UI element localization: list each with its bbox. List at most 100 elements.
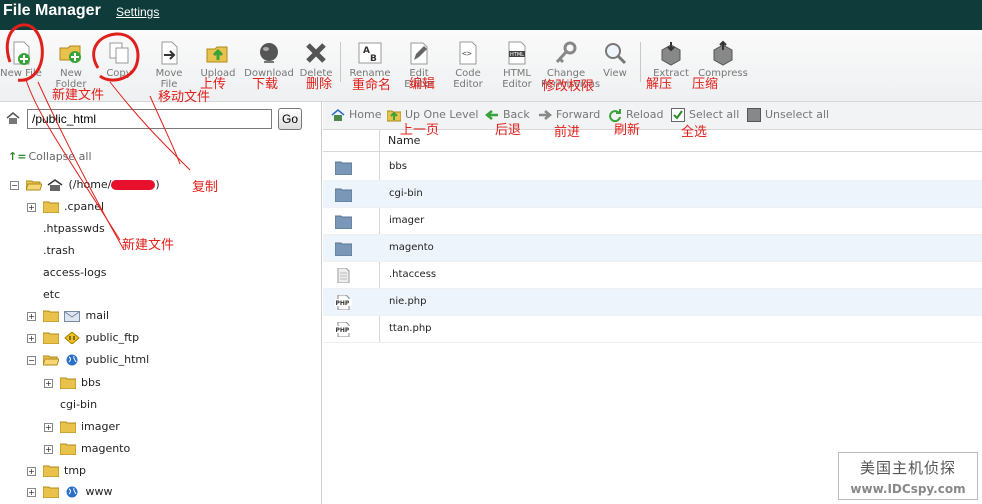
copy-button[interactable]: Copy [94, 40, 144, 79]
reload-button[interactable]: Reload [608, 108, 663, 122]
tree-item-label: imager [81, 420, 120, 433]
download-button[interactable]: Download [244, 40, 294, 79]
tree-item-tmp[interactable]: + tmp [27, 462, 86, 480]
annotation-forward: 前进 [554, 125, 581, 140]
folder-icon [335, 242, 352, 256]
folder-icon [335, 188, 352, 202]
expand-toggle-icon[interactable]: + [27, 311, 36, 321]
tree-item-label: bbs [81, 376, 101, 389]
text-file-icon [337, 268, 350, 283]
settings-link[interactable]: Settings [116, 5, 159, 19]
rename-icon: AB [358, 42, 382, 64]
collapse-toggle-icon[interactable]: − [27, 355, 36, 365]
expand-toggle-icon[interactable]: + [27, 466, 36, 476]
copy-icon [109, 42, 129, 64]
back-button[interactable]: Back [485, 108, 530, 122]
new-folder-button[interactable]: New Folder [46, 40, 96, 90]
code-editor-label: Code Editor [453, 68, 483, 90]
tree-item-bbs[interactable]: + bbs [44, 374, 101, 392]
home-nav-button[interactable]: Home [331, 108, 381, 122]
expand-toggle-icon[interactable]: + [27, 487, 36, 497]
tree-item-imager[interactable]: + imager [44, 418, 120, 436]
move-file-button[interactable]: Move File [144, 40, 194, 90]
annotation-select-all: 全选 [681, 125, 708, 140]
annotation-up-one-level: 上一页 [400, 123, 440, 138]
code-editor-button[interactable]: <> Code Editor [443, 40, 493, 90]
file-row-magento[interactable]: magento [323, 235, 982, 262]
tree-item-label: .trash [43, 244, 75, 257]
extract-button[interactable]: Extract [646, 40, 696, 79]
tree-item-cpanel[interactable]: + .cpanel [27, 198, 104, 216]
tree-item-trash[interactable]: .trash [43, 242, 75, 260]
svg-text:B: B [370, 54, 377, 64]
ftp-icon [64, 332, 80, 344]
file-row-nie-php[interactable]: PHP nie.php [323, 289, 982, 316]
expand-toggle-icon[interactable]: + [44, 444, 53, 454]
upload-icon [206, 46, 228, 63]
file-name: magento [389, 242, 434, 253]
tree-item-access-logs[interactable]: access-logs [43, 264, 107, 282]
annotation-edit: 编辑 [409, 77, 436, 92]
html-editor-button[interactable]: HTML HTML Editor [492, 40, 542, 90]
compress-button[interactable]: Compress [698, 40, 748, 79]
tree-item-label: .cpanel [64, 200, 105, 213]
tree-item-label: etc [43, 288, 61, 301]
html-editor-label: HTML Editor [502, 68, 532, 90]
upload-button[interactable]: Upload [193, 40, 243, 79]
select-all-button[interactable]: Select all [671, 108, 739, 122]
folder-icon [59, 377, 76, 389]
directory-pane: Go ↑=Collapse all − (/home/) + .cpanel .… [0, 102, 322, 504]
tree-item-mail[interactable]: + mail [27, 307, 109, 325]
expand-toggle-icon[interactable]: + [44, 422, 53, 432]
tree-root[interactable]: − (/home/) [10, 176, 160, 194]
file-name: ttan.php [389, 323, 432, 334]
compress-icon [713, 40, 733, 66]
view-button[interactable]: View [590, 40, 640, 79]
tree-item-label: magento [81, 442, 131, 455]
edit-icon [410, 42, 428, 65]
watermark-title: 美国主机侦探 [859, 459, 956, 477]
tree-item-htpasswds[interactable]: .htpasswds [43, 220, 105, 238]
file-row-imager[interactable]: imager [323, 208, 982, 235]
tree-item-label: .htpasswds [43, 222, 105, 235]
annotation-delete: 删除 [306, 77, 333, 92]
tree-item-etc[interactable]: etc [43, 286, 60, 304]
collapse-toggle-icon[interactable]: − [10, 180, 19, 190]
delete-button[interactable]: Delete [291, 40, 341, 79]
tree-item-www[interactable]: + www [27, 483, 113, 501]
tree-item-magento[interactable]: + magento [44, 440, 130, 458]
open-folder-icon [25, 180, 42, 191]
tree-item-cgi-bin[interactable]: cgi-bin [60, 396, 97, 414]
collapse-all-link[interactable]: ↑= Collapse all [8, 150, 92, 163]
expand-toggle-icon[interactable]: + [44, 378, 53, 388]
app-header: File Manager Settings [0, 0, 982, 30]
new-file-button[interactable]: New File [0, 40, 46, 79]
file-name: cgi-bin [389, 188, 423, 199]
expand-toggle-icon[interactable]: + [27, 202, 36, 212]
new-folder-label: New Folder [55, 68, 87, 90]
up-one-level-button[interactable]: Up One Level [387, 108, 478, 122]
svg-text:PHP: PHP [336, 327, 350, 334]
new-folder-icon [59, 45, 81, 63]
code-editor-icon: <> [459, 41, 477, 65]
file-row-cgi-bin[interactable]: cgi-bin [323, 181, 982, 208]
file-row-htaccess[interactable]: .htaccess [323, 262, 982, 289]
toolbar-separator [640, 42, 641, 82]
annotation-compress: 压缩 [692, 77, 719, 92]
tree-item-label: cgi-bin [60, 398, 98, 411]
file-row-ttan-php[interactable]: PHP ttan.php [323, 316, 982, 343]
tree-item-public-ftp[interactable]: + public_ftp [27, 329, 139, 347]
folder-icon [335, 161, 352, 175]
delete-icon [306, 43, 326, 63]
checkbox-empty-icon [747, 108, 761, 122]
path-input[interactable] [27, 109, 272, 129]
tree-item-public-html[interactable]: − public_html [27, 351, 149, 369]
unselect-all-button[interactable]: Unselect all [747, 108, 829, 122]
go-button[interactable]: Go [278, 108, 302, 130]
forward-button[interactable]: Forward [538, 108, 600, 122]
file-row-bbs[interactable]: bbs [323, 154, 982, 181]
rename-button[interactable]: AB Rename [345, 40, 395, 79]
expand-toggle-icon[interactable]: + [27, 333, 36, 343]
php-file-icon: PHP [335, 295, 352, 310]
folder-icon [42, 201, 59, 213]
